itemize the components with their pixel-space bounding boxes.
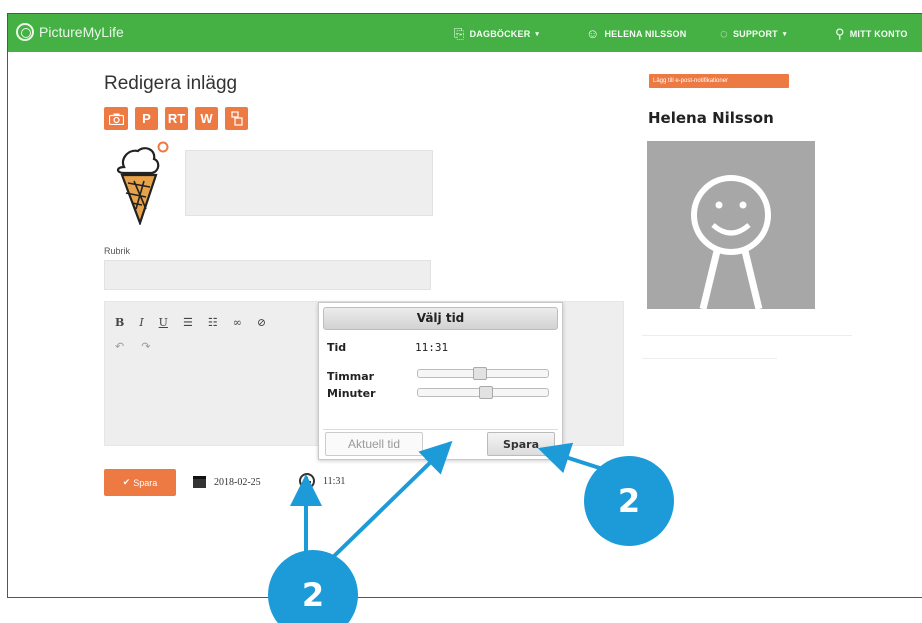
remove-image-icon[interactable] [157,141,169,153]
minutes-slider[interactable] [417,386,549,399]
nav-support-label: SUPPORT [732,28,778,39]
editor-toolbar: B I U ☰ ☷ ∞ ⊘ [115,316,266,329]
email-notification-button[interactable]: Lägg till e-post-notifikationer [649,74,789,88]
entry-type-toolbar: P RT W [104,107,248,130]
user-circle-icon: ☺ [586,26,600,41]
nav-user-label: HELENA NILSSON [604,28,687,39]
browser-viewport: PictureMyLife ⎘ DAGBÖCKER ▾ ☺ HELENA NIL… [7,13,922,598]
nav-user[interactable]: ☺ HELENA NILSSON [586,26,686,41]
profile-name: Helena Nilsson [648,109,774,127]
unlink-icon[interactable]: ⊘ [257,316,266,329]
logo-icon [16,23,34,41]
current-time-button[interactable]: Aktuell tid [325,432,423,456]
numbered-list-icon[interactable]: ☷ [208,316,218,329]
camera-icon [108,113,124,125]
pictogram-icon [230,111,243,126]
checkmark-icon: ✔ [122,477,131,487]
logo-text: PictureMyLife [39,24,124,40]
time-value: 11:31 [323,475,346,487]
sidebar-divider [642,358,777,359]
rt-button[interactable]: RT [165,107,188,130]
image-description-textarea[interactable] [185,150,433,216]
pictogram-button[interactable] [225,107,248,130]
clock-icon [299,473,315,489]
post-image-icecream[interactable] [108,139,170,225]
redo-icon[interactable]: ↷ [141,340,150,353]
minutes-slider-handle[interactable] [478,386,493,399]
top-nav-bar: PictureMyLife ⎘ DAGBÖCKER ▾ ☺ HELENA NIL… [8,14,922,52]
rubrik-input[interactable] [104,260,431,290]
nav-account[interactable]: ⚲ MITT KONTO [835,26,908,42]
nav-dagbocker[interactable]: ⎘ DAGBÖCKER ▾ [454,26,539,42]
sidebar-divider [642,335,852,336]
time-picker-popup: Välj tid Tid 11:31 Timmar Minuter Aktuel… [318,302,563,460]
hours-slider-handle[interactable] [473,367,488,380]
editor-toolbar-history: ↶ ↷ [115,340,150,353]
hours-label: Timmar [327,370,375,383]
camera-button[interactable] [104,107,128,130]
underline-icon[interactable]: U [159,316,168,329]
profile-avatar [647,141,815,309]
save-post-button[interactable]: ✔ Spara [104,469,176,496]
picker-save-button[interactable]: Spara [487,432,555,456]
calendar-icon [193,476,206,488]
chevron-down-icon: ▾ [782,30,787,38]
save-post-label: Spara [133,477,158,488]
time-picker-title: Välj tid [323,307,558,330]
time-picker-trigger[interactable]: 11:31 [299,473,345,489]
nav-support[interactable]: ◌ SUPPORT ▾ [720,26,787,41]
date-value: 2018-02-25 [214,476,261,488]
undo-icon[interactable]: ↶ [115,340,124,353]
logo[interactable]: PictureMyLife [16,23,124,41]
p-button[interactable]: P [135,107,158,130]
tid-value: 11:31 [415,341,449,354]
hours-slider[interactable] [417,367,549,380]
link-icon[interactable]: ∞ [233,316,242,329]
diary-icon: ⎘ [454,26,465,41]
nav-dagbocker-label: DAGBÖCKER [469,29,531,39]
italic-icon[interactable]: I [139,316,143,329]
speech-bubble-icon: ◌ [720,26,728,41]
bold-icon[interactable]: B [115,316,124,329]
page-title: Redigera inlägg [104,73,238,94]
account-icon: ⚲ [835,26,845,41]
date-picker-trigger[interactable]: 2018-02-25 [193,476,261,488]
chevron-down-icon: ▾ [535,31,540,38]
minutes-label: Minuter [327,387,376,400]
w-button[interactable]: W [195,107,218,130]
picker-divider [323,429,558,430]
bullet-list-icon[interactable]: ☰ [183,316,193,329]
nav-account-label: MITT KONTO [849,29,908,39]
rubrik-label: Rubrik [104,246,131,256]
tid-label: Tid [327,341,347,354]
step-badge-right: 2 [584,456,674,546]
